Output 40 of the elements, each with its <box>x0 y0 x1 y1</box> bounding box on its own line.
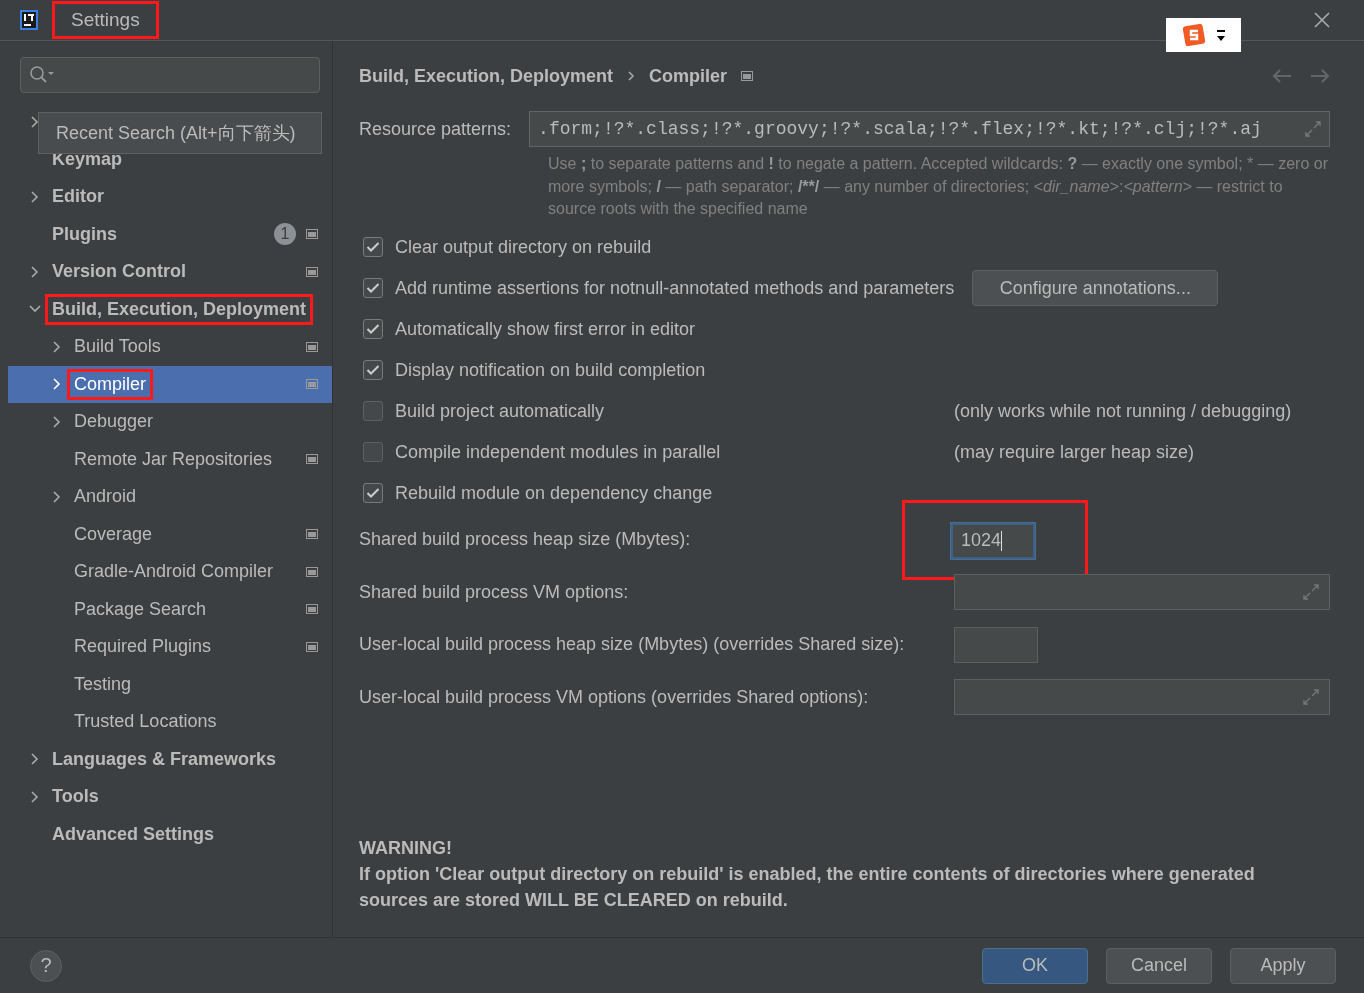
checkbox-label: Build project automatically <box>395 400 605 422</box>
recent-search-tooltip: Recent Search (Alt+向下箭头) <box>38 112 322 154</box>
item-label: Build, Execution, Deployment <box>45 293 314 325</box>
item-label: Version Control <box>51 260 187 284</box>
item-label: Debugger <box>73 410 155 434</box>
item-label: Gradle-Android Compiler <box>73 560 275 584</box>
checkbox-label: Rebuild module on dependency change <box>395 482 713 504</box>
item-label: Languages & Frameworks <box>51 747 278 771</box>
field-label: Shared build process VM options: <box>359 581 629 603</box>
note-text: (only works while not running / debugging) <box>954 400 1292 421</box>
checkbox-label: Clear output directory on rebuild <box>395 236 652 258</box>
field-label: Shared build process heap size (Mbytes): <box>359 529 691 551</box>
breadcrumb-item: Compiler <box>649 65 728 87</box>
hint-text: Use ; to separate patterns and ! to negate a pattern. Accepted wildcards: ? — exactly one symbol; * — zero or more symbols; / — path separator; /**/ — any number of directories; <dir_name>:<pattern> — restrict to source roots with the specified name <box>548 154 1329 219</box>
warning-title: WARNING! <box>359 837 453 860</box>
item-label: Compiler <box>67 368 154 400</box>
item-label: Package Search <box>73 597 208 621</box>
checkbox-label: Automatically show first error in editor <box>395 318 696 340</box>
item-label: Editor <box>51 185 105 209</box>
breadcrumb-item: Build, Execution, Deployment <box>359 65 614 87</box>
note-text: (may require larger heap size) <box>954 441 1195 462</box>
field-label: User-local build process heap size (Mbytes) (overrides Shared size): <box>359 634 905 656</box>
item-label: Build Tools <box>73 335 162 359</box>
item-label: Trusted Locations <box>73 710 218 734</box>
checkbox-label: Compile independent modules in parallel <box>395 441 721 463</box>
checkbox-label: Add runtime assertions for notnull-annotated methods and parameters <box>395 277 955 299</box>
item-label: Testing <box>73 672 133 696</box>
item-label: Advanced Settings <box>51 822 216 846</box>
count-badge: 1 <box>274 223 296 246</box>
field-label: Resource patterns: <box>359 118 512 140</box>
window-title: Settings <box>52 1 159 39</box>
checkbox-label: Display notification on build completion <box>395 359 706 381</box>
field-label: User-local build process VM options (overrides Shared options): <box>359 686 869 708</box>
warning-text: If option 'Clear output directory on rebuild' is enabled, the entire contents of directories where generated sources are stored WILL BE CLEARED on rebuild. <box>359 863 1256 912</box>
item-label: Plugins <box>51 222 118 246</box>
item-label: Coverage <box>73 522 154 546</box>
item-label: Android <box>73 485 138 509</box>
item-label: Required Plugins <box>73 635 213 659</box>
item-label: Tools <box>51 785 100 809</box>
item-label: Remote Jar Repositories <box>73 447 274 471</box>
